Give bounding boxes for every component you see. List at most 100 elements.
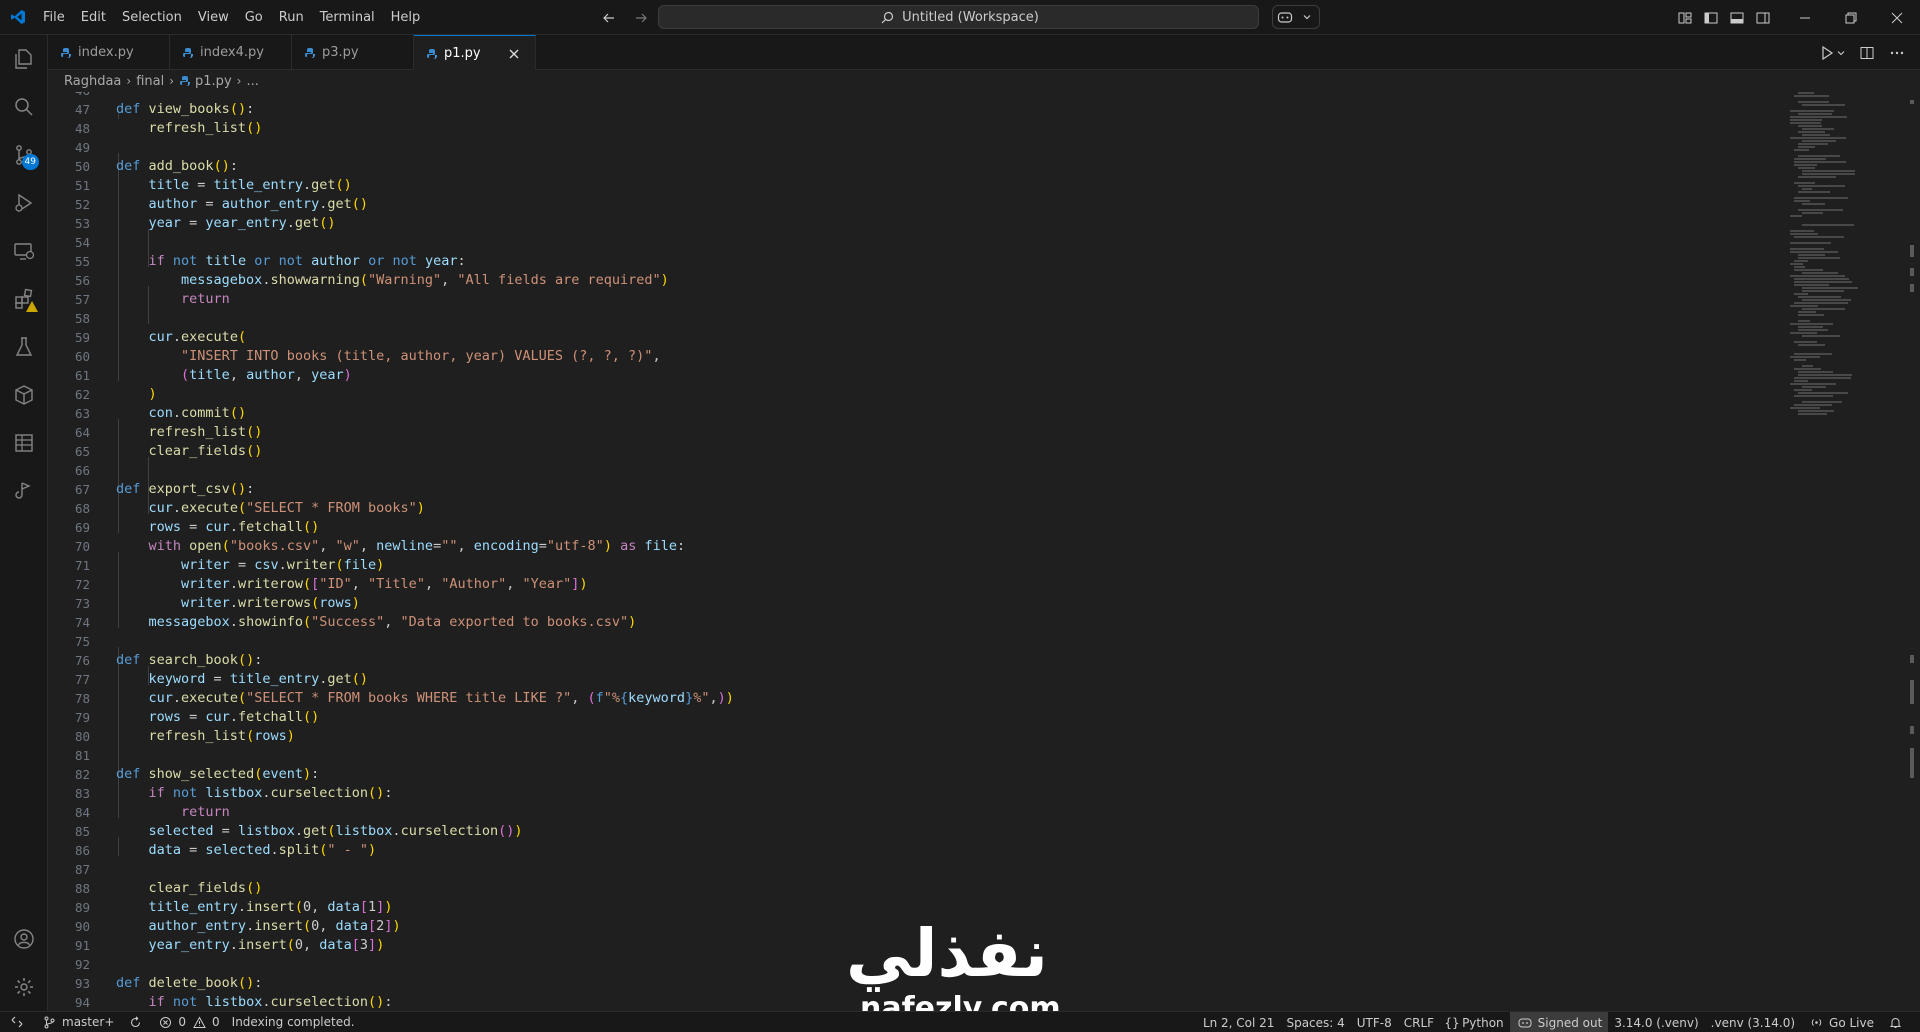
code-line[interactable]: writer.writerow(["ID", "Title", "Author"…	[116, 575, 588, 594]
code-line[interactable]: clear_fields()	[116, 442, 263, 461]
code-line[interactable]: def search_book():	[116, 651, 262, 670]
scrollbar-thumb[interactable]	[1910, 748, 1914, 778]
code-editor[interactable]: 46 47 48 49 50 51 52 53 54 55 56 57 58 59 60 61 62 63 64 6…	[48, 92, 1920, 1011]
toggle-panel-icon[interactable]	[1728, 9, 1746, 27]
run-dropdown-chevron-icon[interactable]	[1836, 44, 1846, 62]
command-center-search[interactable]: Untitled (Workspace)	[658, 5, 1259, 29]
code-line[interactable]: data = selected.split(" - ")	[116, 841, 377, 860]
menu-run[interactable]: Run	[271, 0, 312, 35]
code-line[interactable]: author = author_entry.get()	[116, 195, 369, 214]
virtual-env[interactable]: .venv (3.14.0)	[1705, 1012, 1801, 1032]
breadcrumb-folder-raghdaa[interactable]: Raghdaa	[64, 74, 121, 89]
restore-icon[interactable]	[1828, 0, 1874, 35]
code-line[interactable]: cur.execute(	[116, 328, 247, 347]
code-line[interactable]: selected = listbox.get(listbox.curselect…	[116, 822, 523, 841]
run-debug-icon[interactable]	[0, 179, 48, 227]
explorer-icon[interactable]	[0, 35, 48, 83]
code-line[interactable]: writer = csv.writer(file)	[116, 556, 384, 575]
menu-terminal[interactable]: Terminal	[312, 0, 383, 35]
code-line[interactable]: author_entry.insert(0, data[2])	[116, 917, 401, 936]
forward-arrow-icon[interactable]	[630, 7, 652, 29]
menu-go[interactable]: Go	[237, 0, 271, 35]
menu-selection[interactable]: Selection	[114, 0, 190, 35]
source-control-icon[interactable]: 49	[0, 131, 48, 179]
remote-explorer-icon[interactable]	[0, 227, 48, 275]
accounts-icon[interactable]	[0, 915, 48, 963]
code-line[interactable]: year = year_entry.get()	[116, 214, 336, 233]
code-line[interactable]: clear_fields()	[116, 879, 263, 898]
timeline-icon[interactable]	[0, 467, 48, 515]
menu-file[interactable]: File	[35, 0, 73, 35]
code-line[interactable]: def add_book():	[116, 157, 238, 176]
code-line[interactable]: title_entry.insert(0, data[1])	[116, 898, 393, 917]
code-line[interactable]: def show_selected(event):	[116, 765, 319, 784]
containers-icon[interactable]	[0, 371, 48, 419]
extensions-icon[interactable]	[0, 275, 48, 323]
code-line[interactable]: year_entry.insert(0, data[3])	[116, 936, 385, 955]
code-line[interactable]: writer.writerows(rows)	[116, 594, 360, 613]
breadcrumb-file-p1[interactable]: p1.py	[195, 74, 232, 89]
tab-index4-py[interactable]: index4.py	[170, 35, 292, 70]
menu-view[interactable]: View	[190, 0, 237, 35]
vscode-logo-icon[interactable]	[0, 0, 35, 35]
customize-layout-icon[interactable]	[1676, 9, 1694, 27]
copilot-signed-out[interactable]: Signed out	[1509, 1012, 1609, 1032]
code-line[interactable]: con.commit()	[116, 404, 247, 423]
sync-button[interactable]	[120, 1012, 150, 1032]
code-line[interactable]: def view_books():	[116, 100, 254, 119]
code-lines[interactable]: def view_books(): refresh_list()def add_…	[116, 92, 1816, 1011]
tab-index-py[interactable]: index.py	[48, 35, 170, 70]
cursor-position[interactable]: Ln 2, Col 21	[1197, 1012, 1281, 1032]
code-line[interactable]: title = title_entry.get()	[116, 176, 352, 195]
tab-p1-py[interactable]: p1.py	[414, 35, 536, 71]
code-line[interactable]: def delete_book():	[116, 974, 262, 993]
back-arrow-icon[interactable]	[598, 7, 620, 29]
code-line[interactable]: if not title or not author or not year:	[116, 252, 466, 271]
settings-gear-icon[interactable]	[0, 963, 48, 1011]
sql-icon[interactable]	[0, 419, 48, 467]
testing-flask-icon[interactable]	[0, 323, 48, 371]
minimize-icon[interactable]	[1782, 0, 1828, 35]
run-python-file-icon[interactable]	[1818, 44, 1836, 62]
menu-help[interactable]: Help	[383, 0, 429, 35]
split-editor-icon[interactable]	[1858, 44, 1876, 62]
close-tab-icon[interactable]	[505, 45, 523, 63]
code-line[interactable]: refresh_list()	[116, 119, 263, 138]
code-line[interactable]: rows = cur.fetchall()	[116, 708, 320, 727]
file-encoding[interactable]: UTF-8	[1351, 1012, 1398, 1032]
problems-status[interactable]: 0 0	[150, 1012, 225, 1032]
code-line[interactable]: cur.execute("SELECT * FROM books WHERE t…	[116, 689, 734, 708]
more-actions-icon[interactable]	[1888, 44, 1906, 62]
code-line[interactable]: rows = cur.fetchall()	[116, 518, 320, 537]
code-line[interactable]: return	[116, 803, 230, 822]
search-view-icon[interactable]	[0, 83, 48, 131]
code-line[interactable]: keyword = title_entry.get()	[116, 670, 369, 689]
copilot-button[interactable]	[1272, 5, 1320, 29]
line-ending[interactable]: CRLF	[1398, 1012, 1440, 1032]
remote-window-icon[interactable]	[0, 1012, 34, 1032]
code-line[interactable]: )	[116, 385, 157, 404]
notifications-bell[interactable]	[1880, 1012, 1910, 1032]
minimap[interactable]	[1790, 92, 1910, 422]
language-mode[interactable]: {} Python	[1440, 1012, 1510, 1032]
toggle-secondary-sidebar-icon[interactable]	[1754, 9, 1772, 27]
code-line[interactable]: cur.execute("SELECT * FROM books")	[116, 499, 425, 518]
indentation-setting[interactable]: Spaces: 4	[1280, 1012, 1350, 1032]
breadcrumb-symbol[interactable]: ...	[246, 74, 258, 89]
code-line[interactable]: messagebox.showinfo("Success", "Data exp…	[116, 613, 637, 632]
branch-status[interactable]: master+	[34, 1012, 120, 1032]
close-window-icon[interactable]	[1874, 0, 1920, 35]
code-line[interactable]: with open("books.csv", "w", newline="", …	[116, 537, 686, 556]
code-line[interactable]: (title, author, year)	[116, 366, 352, 385]
python-interpreter[interactable]: 3.14.0 (.venv)	[1608, 1012, 1704, 1032]
code-line[interactable]: "INSERT INTO books (title, author, year)…	[116, 347, 661, 366]
code-line[interactable]: return	[116, 290, 230, 309]
code-line[interactable]: refresh_list()	[116, 423, 263, 442]
toggle-primary-sidebar-icon[interactable]	[1702, 9, 1720, 27]
code-line[interactable]: if not listbox.curselection():	[116, 993, 393, 1011]
tab-p3-py[interactable]: p3.py	[292, 35, 414, 70]
code-line[interactable]: messagebox.showwarning("Warning", "All f…	[116, 271, 669, 290]
breadcrumb-folder-final[interactable]: final	[136, 74, 164, 89]
code-line[interactable]: if not listbox.curselection():	[116, 784, 393, 803]
go-live-button[interactable]: Go Live	[1801, 1012, 1880, 1032]
